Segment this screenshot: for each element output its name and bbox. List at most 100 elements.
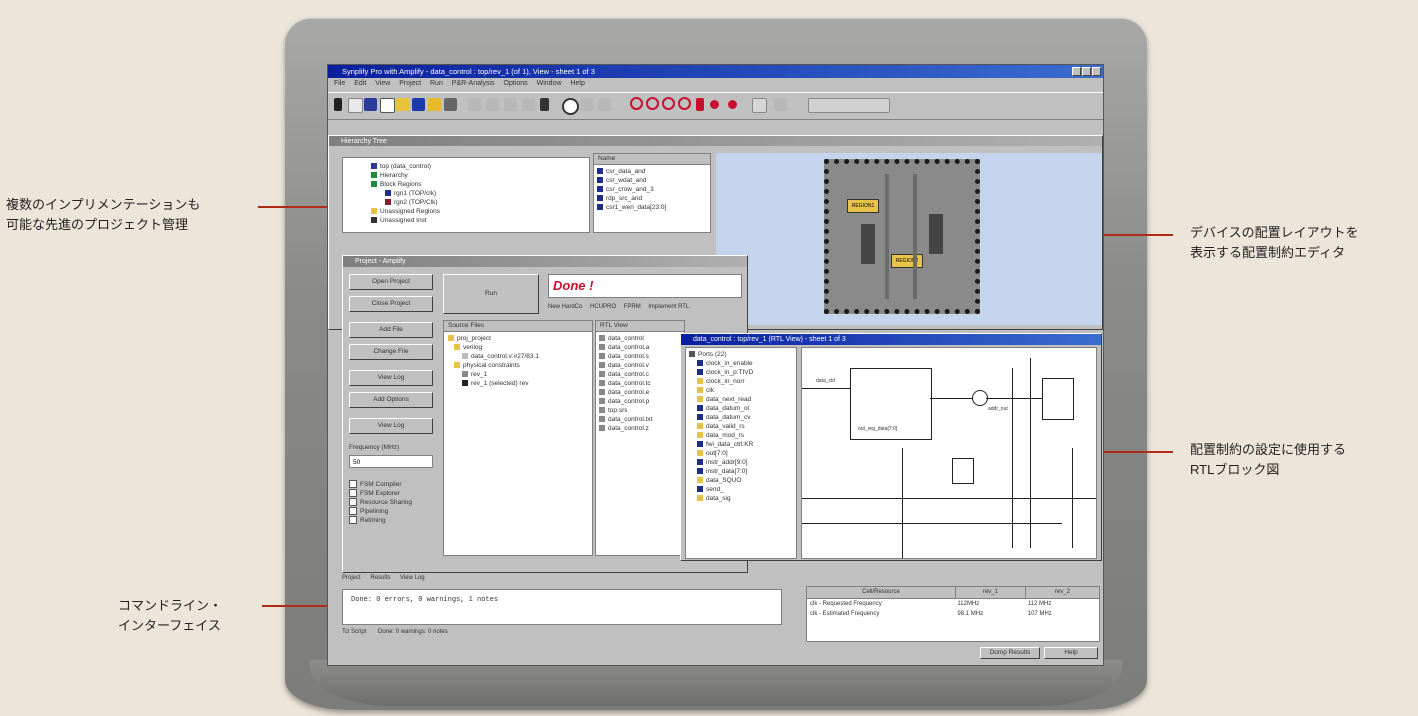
- fsm-explorer-checkbox[interactable]: FSM Explorer: [349, 489, 412, 498]
- project-file-tree[interactable]: Source Files proj_project verilog data_c…: [443, 320, 593, 556]
- change-file-button[interactable]: Change File: [349, 344, 433, 360]
- tree-item[interactable]: Unassigned Inst: [371, 216, 589, 225]
- combo-box[interactable]: [808, 98, 890, 113]
- tree-item[interactable]: clock_in_p:TIVD: [689, 368, 793, 377]
- tab-results[interactable]: Results: [370, 575, 390, 581]
- minimize-button[interactable]: [1072, 67, 1081, 76]
- menu-edit[interactable]: Edit: [354, 80, 366, 87]
- signal-list[interactable]: Name csr_data_and csr_wdat_and csr_crow_…: [593, 153, 711, 233]
- menu-window[interactable]: Window: [537, 80, 562, 87]
- results-table[interactable]: Cell/Resource rev_1 rev_2 clk - Requeste…: [806, 586, 1100, 642]
- list-item[interactable]: data_control: [599, 334, 681, 343]
- cut-icon[interactable]: [468, 98, 481, 111]
- disk-icon[interactable]: [412, 98, 425, 111]
- region-2[interactable]: REGION2: [891, 254, 923, 268]
- tree-item[interactable]: data_datum_cv: [689, 413, 793, 422]
- tab-new-hardco[interactable]: New HardCo: [548, 304, 582, 310]
- tree-item[interactable]: proj_project: [448, 334, 588, 343]
- tree-item[interactable]: data_mod_rs: [689, 431, 793, 440]
- column-header[interactable]: rev_1: [956, 587, 1026, 598]
- view-log-button[interactable]: View Log: [349, 370, 433, 386]
- tab-project[interactable]: Project: [342, 575, 361, 581]
- tree-item[interactable]: instr_data[7:0]: [689, 467, 793, 476]
- list-item[interactable]: data_control.a: [599, 343, 681, 352]
- tree-item[interactable]: Block Regions: [371, 180, 589, 189]
- list-item[interactable]: data_control.c: [599, 370, 681, 379]
- tree-item[interactable]: Unassigned Regions: [371, 207, 589, 216]
- run-button[interactable]: Run: [443, 274, 539, 314]
- tree-item[interactable]: data_next_read: [689, 395, 793, 404]
- list-item[interactable]: rdp_src_and: [597, 194, 707, 203]
- add-options-button[interactable]: Add Options: [349, 392, 433, 408]
- open-folder-icon[interactable]: [396, 98, 409, 111]
- push-down-icon[interactable]: [710, 100, 719, 109]
- tree-item[interactable]: send_: [689, 485, 793, 494]
- tree-item[interactable]: Hierarchy: [371, 171, 589, 180]
- help-button[interactable]: Help: [1044, 647, 1098, 659]
- list-item[interactable]: data_control.p: [599, 397, 681, 406]
- zoom-in-icon[interactable]: [630, 97, 643, 110]
- list-item[interactable]: data_control.e: [599, 388, 681, 397]
- view-icon[interactable]: [752, 98, 767, 113]
- fsm-compiler-checkbox[interactable]: FSM Compiler: [349, 480, 412, 489]
- tab-hcupro[interactable]: HCUPRO: [590, 304, 616, 310]
- list-item[interactable]: data_control.z: [599, 424, 681, 433]
- tab-fprm[interactable]: FPRM: [624, 304, 641, 310]
- save-icon[interactable]: [364, 98, 377, 111]
- tree-item[interactable]: verilog: [448, 343, 588, 352]
- tree-item[interactable]: rgn1 (TOP/clk): [371, 189, 589, 198]
- schematic-block[interactable]: [1042, 378, 1074, 420]
- result-file-list[interactable]: RTL View data_control data_control.a dat…: [595, 320, 685, 556]
- menu-run[interactable]: Run: [430, 80, 443, 87]
- tree-item[interactable]: fwi_data_ctrl:KR: [689, 440, 793, 449]
- maximize-button[interactable]: [1082, 67, 1091, 76]
- pointer-icon[interactable]: [334, 98, 342, 111]
- tree-item[interactable]: instr_addr[9:0]: [689, 458, 793, 467]
- close-button[interactable]: [1092, 67, 1101, 76]
- hierarchy-icon[interactable]: [696, 98, 704, 111]
- tree-item[interactable]: data_control.v:#27/83.1: [448, 352, 588, 361]
- window-icon[interactable]: [380, 98, 395, 113]
- tree-item[interactable]: out[7:0]: [689, 449, 793, 458]
- hierarchy-tree[interactable]: top (data_control) Hierarchy Block Regio…: [342, 157, 590, 233]
- command-console[interactable]: Done: 0 errors, 0 warnings, 1 notes: [342, 589, 782, 625]
- menu-file[interactable]: File: [334, 80, 345, 87]
- region-1[interactable]: REGION1: [847, 199, 879, 213]
- menu-pr-analysis[interactable]: P&R-Analysis: [452, 80, 495, 87]
- tree-item[interactable]: clock_in_enable: [689, 359, 793, 368]
- pipelining-checkbox[interactable]: Pipelining: [349, 507, 412, 516]
- tree-item[interactable]: rgn2 (TOP/Clk): [371, 198, 589, 207]
- undo-icon[interactable]: [504, 98, 517, 111]
- menu-view[interactable]: View: [375, 80, 390, 87]
- tree-item[interactable]: Ports (22): [689, 350, 793, 359]
- add-file-button[interactable]: Add File: [349, 322, 433, 338]
- device-layout-canvas[interactable]: REGION1 REGION2: [716, 153, 1102, 325]
- retiming-checkbox[interactable]: Retiming: [349, 516, 412, 525]
- list-item[interactable]: data_control.txt: [599, 415, 681, 424]
- list-item[interactable]: data_control.tc: [599, 379, 681, 388]
- list-item[interactable]: data_control.v: [599, 361, 681, 370]
- tree-item[interactable]: data_datum_ol: [689, 404, 793, 413]
- fpga-device[interactable]: REGION1 REGION2: [824, 159, 980, 314]
- tree-item[interactable]: data_valid_rs: [689, 422, 793, 431]
- list-item[interactable]: top.srs: [599, 406, 681, 415]
- zoom-fit-icon[interactable]: [662, 97, 675, 110]
- list-item[interactable]: csr1_wen_data[23:0]: [597, 203, 707, 212]
- up-icon[interactable]: [540, 98, 549, 111]
- select-icon[interactable]: [774, 98, 787, 111]
- tree-item[interactable]: physical constraints: [448, 361, 588, 370]
- tab-implement-rtl[interactable]: Implement RTL: [648, 304, 689, 310]
- column-header[interactable]: rev_2: [1026, 587, 1099, 598]
- print-icon[interactable]: [444, 98, 457, 111]
- menu-help[interactable]: Help: [570, 80, 584, 87]
- table-row[interactable]: clk - Estimated Frequency 98.1 MHz 107 M…: [807, 609, 1099, 619]
- zoom-icon[interactable]: [598, 98, 611, 111]
- new-file-icon[interactable]: [348, 98, 363, 113]
- stop-icon[interactable]: [580, 98, 593, 111]
- schematic-block[interactable]: [952, 458, 974, 484]
- dump-results-button[interactable]: Dump Results: [980, 647, 1040, 659]
- tree-item[interactable]: rev_1 (selected) rev: [448, 379, 588, 388]
- copy-icon[interactable]: [486, 98, 499, 111]
- pop-up-icon[interactable]: [728, 100, 737, 109]
- tree-item[interactable]: data_sig: [689, 494, 793, 503]
